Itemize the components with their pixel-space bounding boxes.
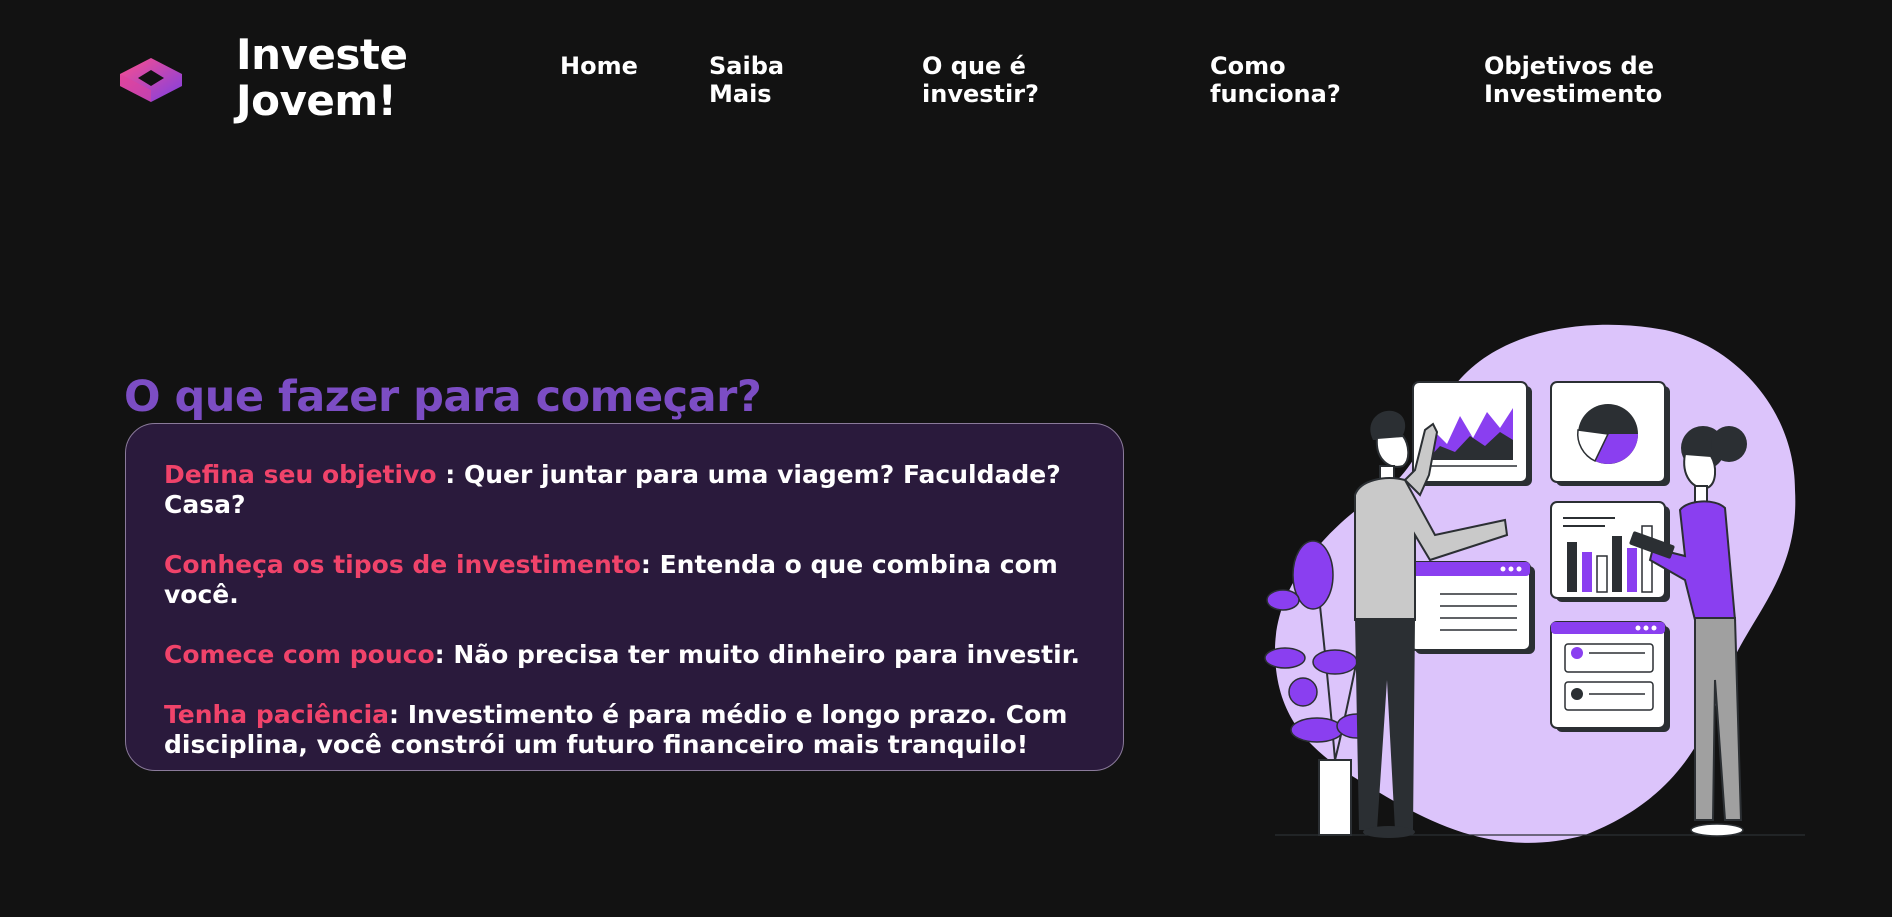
tip-item: Conheça os tipos de investimento: Entend… [164,550,1085,610]
tip-item: Defina seu objetivo : Quer juntar para u… [164,460,1085,520]
logo-cube-icon[interactable] [118,56,184,104]
nav-home[interactable]: Home [560,52,638,80]
tip-text: : Não precisa ter muito dinheiro para in… [434,640,1080,669]
nav-saiba-mais[interactable]: Saiba Mais [709,52,784,108]
section-title: O que fazer para começar? [124,372,762,422]
nav-o-que-e-investir[interactable]: O que é investir? [922,52,1039,108]
tip-item: Tenha paciência: Investimento é para méd… [164,700,1085,760]
pie-chart-panel-icon [1550,381,1670,486]
investment-illustration [1264,324,1805,843]
nav-objetivos[interactable]: Objetivos de Investimento [1484,52,1662,108]
brand-line-2: Jovem! [236,76,397,125]
brand-title: Investe Jovem! [236,30,408,125]
tip-item: Comece com pouco: Não precisa ter muito … [164,640,1085,670]
brand-line-1: Investe [236,30,408,79]
tip-highlight: Comece com pouco [164,640,435,669]
nav-como-funciona[interactable]: Como funciona? [1210,52,1341,108]
tip-highlight: Defina seu objetivo [164,460,437,489]
tips-card: Defina seu objetivo : Quer juntar para u… [125,423,1124,771]
document-panel-icon [1409,561,1535,654]
chat-panel-icon [1550,621,1670,732]
tip-highlight: Tenha paciência [164,700,390,729]
tip-highlight: Conheça os tipos de investimento [164,550,641,579]
